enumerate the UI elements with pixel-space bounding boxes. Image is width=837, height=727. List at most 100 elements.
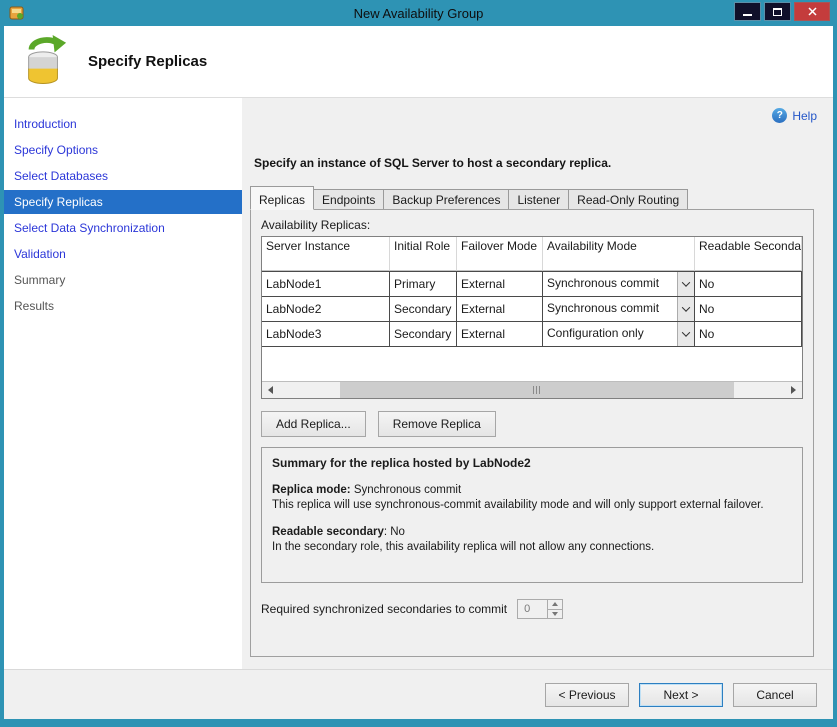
sidebar-item-select-databases[interactable]: Select Databases — [4, 164, 242, 188]
help-link[interactable]: ? Help — [772, 108, 817, 123]
replica-config-tabs: Replicas Endpoints Backup Preferences Li… — [250, 186, 833, 209]
database-replica-icon — [20, 34, 68, 89]
scroll-right-arrow[interactable] — [785, 382, 802, 398]
cell-server-instance[interactable]: LabNode1 — [262, 271, 390, 297]
col-header-failover-mode: Failover Mode — [457, 237, 543, 271]
cell-readable-secondary[interactable]: No — [695, 322, 802, 347]
help-icon: ? — [772, 108, 787, 123]
new-availability-group-window: New Availability Group Specify Replicas — [0, 0, 837, 727]
cell-server-instance[interactable]: LabNode3 — [262, 322, 390, 347]
availability-mode-value: Synchronous commit — [543, 297, 677, 321]
table-row: LabNode2 Secondary External Synchronous … — [262, 297, 802, 322]
replica-mode-description: This replica will use synchronous-commit… — [272, 498, 792, 513]
cell-initial-role[interactable]: Secondary — [390, 297, 457, 322]
replica-mode-value: Synchronous commit — [354, 484, 461, 496]
replicas-tab-panel: Availability Replicas: Server Instance I… — [250, 209, 814, 657]
sidebar-item-select-data-synchronization[interactable]: Select Data Synchronization — [4, 216, 242, 240]
stepper-down-button[interactable] — [548, 610, 562, 619]
availability-mode-dropdown[interactable]: Configuration only — [543, 322, 694, 346]
availability-replicas-grid: Server Instance Initial Role Failover Mo… — [261, 236, 803, 399]
sidebar-item-specify-options[interactable]: Specify Options — [4, 138, 242, 162]
chevron-up-icon — [552, 602, 558, 606]
tab-read-only-routing[interactable]: Read-Only Routing — [568, 189, 688, 209]
table-row: LabNode3 Secondary External Configuratio… — [262, 322, 802, 347]
help-label: Help — [792, 109, 817, 123]
col-header-initial-role: Initial Role — [390, 237, 457, 271]
required-secondaries-value: 0 — [518, 600, 547, 618]
summary-title: Summary for the replica hosted by LabNod… — [272, 456, 792, 471]
readable-secondary-line: Readable secondary: No — [272, 525, 792, 540]
availability-mode-dropdown[interactable]: Synchronous commit — [543, 297, 694, 321]
previous-button[interactable]: < Previous — [545, 683, 629, 707]
wizard-footer: < Previous Next > Cancel — [4, 669, 833, 719]
col-header-readable-secondary: Readable Secondar — [695, 237, 802, 271]
maximize-icon — [773, 8, 782, 16]
window-title: New Availability Group — [4, 6, 833, 21]
close-button[interactable] — [794, 2, 830, 21]
app-icon — [9, 5, 25, 21]
cell-failover-mode[interactable]: External — [457, 297, 543, 322]
replica-mode-label: Replica mode: — [272, 484, 351, 496]
chevron-down-icon[interactable] — [677, 297, 694, 321]
cell-initial-role[interactable]: Primary — [390, 271, 457, 297]
cell-readable-secondary[interactable]: No — [695, 271, 802, 297]
availability-mode-dropdown[interactable]: Synchronous commit — [543, 272, 694, 296]
sidebar-item-specify-replicas[interactable]: Specify Replicas — [4, 190, 242, 214]
cell-failover-mode[interactable]: External — [457, 322, 543, 347]
scrollbar-track[interactable] — [279, 382, 785, 398]
remove-replica-button[interactable]: Remove Replica — [378, 411, 496, 437]
cell-readable-secondary[interactable]: No — [695, 297, 802, 322]
chevron-down-icon[interactable] — [677, 272, 694, 296]
sidebar-item-introduction[interactable]: Introduction — [4, 112, 242, 136]
readable-secondary-description: In the secondary role, this availability… — [272, 540, 792, 555]
close-icon — [808, 7, 817, 16]
instruction-text: Specify an instance of SQL Server to hos… — [254, 156, 833, 170]
window-controls — [734, 0, 833, 26]
cell-failover-mode[interactable]: External — [457, 271, 543, 297]
chevron-down-icon[interactable] — [677, 322, 694, 346]
next-button[interactable]: Next > — [639, 683, 723, 707]
scrollbar-grip-icon — [533, 386, 542, 394]
availability-mode-value: Synchronous commit — [543, 272, 677, 296]
cell-initial-role[interactable]: Secondary — [390, 322, 457, 347]
tab-replicas[interactable]: Replicas — [250, 186, 314, 210]
maximize-button[interactable] — [764, 2, 791, 21]
cell-server-instance[interactable]: LabNode2 — [262, 297, 390, 322]
col-header-availability-mode: Availability Mode — [543, 237, 695, 271]
sidebar-item-validation[interactable]: Validation — [4, 242, 242, 266]
horizontal-scrollbar — [262, 381, 802, 398]
grid-header-row: Server Instance Initial Role Failover Mo… — [262, 237, 802, 271]
required-secondaries-label: Required synchronized secondaries to com… — [261, 602, 507, 616]
required-secondaries-stepper[interactable]: 0 — [517, 599, 563, 619]
stepper-up-button[interactable] — [548, 600, 562, 610]
readable-secondary-value: : No — [384, 526, 405, 538]
minimize-button[interactable] — [734, 2, 761, 21]
tab-endpoints[interactable]: Endpoints — [313, 189, 384, 209]
readable-secondary-label: Readable secondary — [272, 526, 384, 538]
tab-listener[interactable]: Listener — [508, 189, 569, 209]
wizard-header: Specify Replicas — [4, 26, 833, 98]
scrollbar-thumb[interactable] — [340, 382, 735, 398]
cancel-button[interactable]: Cancel — [733, 683, 817, 707]
main-content: ? Help Specify an instance of SQL Server… — [242, 98, 833, 669]
titlebar[interactable]: New Availability Group — [4, 0, 833, 26]
table-row: LabNode1 Primary External Synchronous co… — [262, 271, 802, 297]
availability-mode-value: Configuration only — [543, 322, 677, 346]
col-header-server-instance: Server Instance — [262, 237, 390, 271]
page-title: Specify Replicas — [88, 53, 207, 70]
sidebar-item-results: Results — [4, 294, 242, 318]
sidebar-item-summary: Summary — [4, 268, 242, 292]
wizard-body: Introduction Specify Options Select Data… — [4, 98, 833, 669]
replica-actions: Add Replica... Remove Replica — [261, 411, 803, 437]
wizard-steps-sidebar: Introduction Specify Options Select Data… — [4, 98, 242, 669]
minimize-icon — [743, 14, 752, 16]
stepper-buttons — [547, 600, 562, 618]
required-secondaries-row: Required synchronized secondaries to com… — [261, 599, 803, 619]
replica-summary-box: Summary for the replica hosted by LabNod… — [261, 447, 803, 583]
add-replica-button[interactable]: Add Replica... — [261, 411, 366, 437]
tab-backup-preferences[interactable]: Backup Preferences — [383, 189, 509, 209]
scroll-left-arrow[interactable] — [262, 382, 279, 398]
availability-replicas-label: Availability Replicas: — [261, 218, 803, 232]
replica-mode-line: Replica mode: Synchronous commit — [272, 483, 792, 498]
chevron-down-icon — [552, 612, 558, 616]
